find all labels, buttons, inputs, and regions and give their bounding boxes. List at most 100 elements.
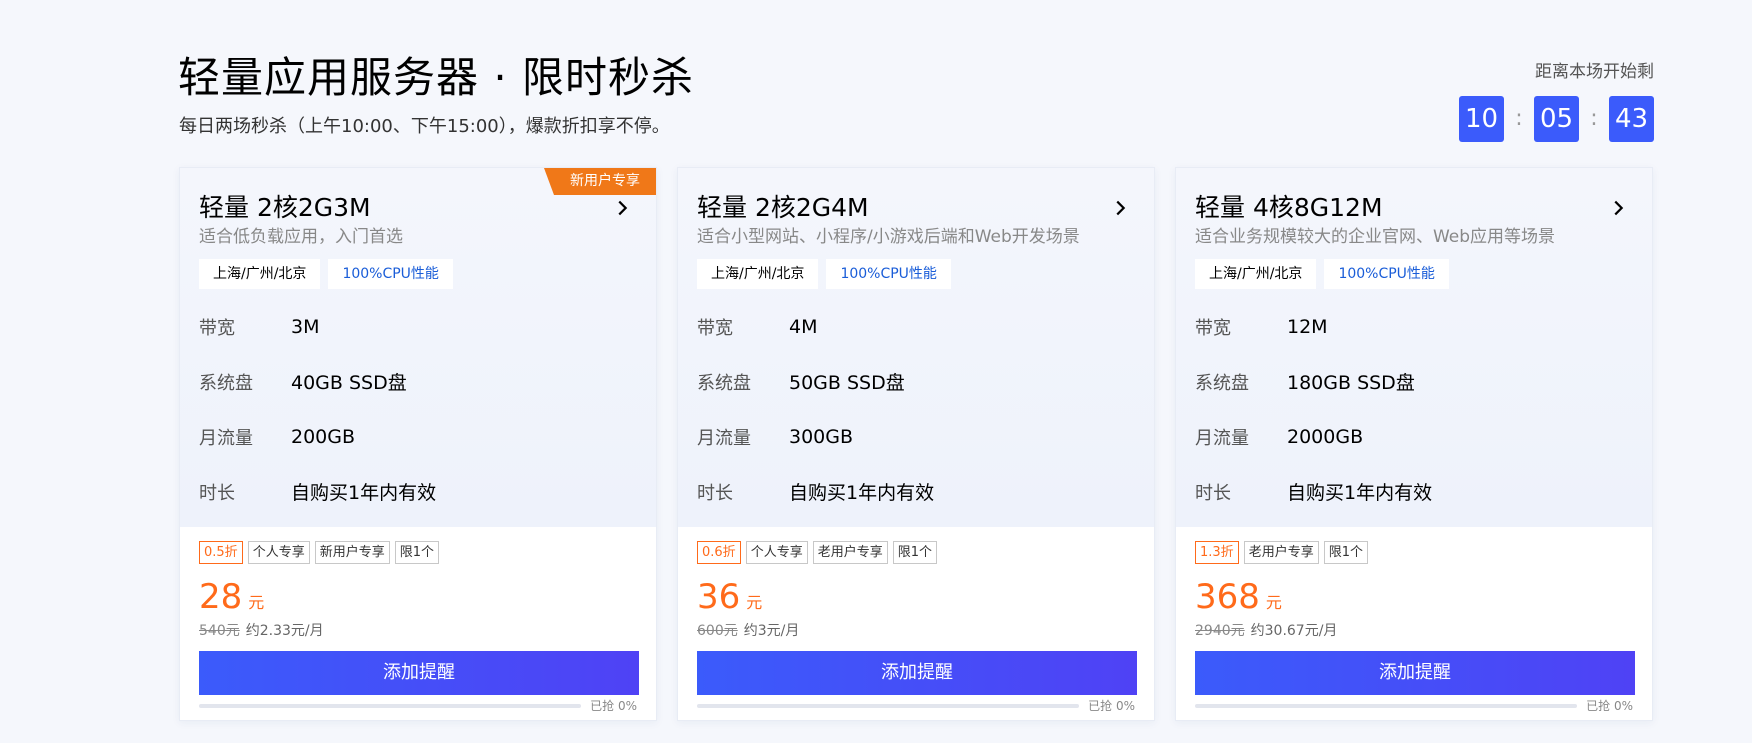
spec-row: 带宽 3M [199, 299, 637, 354]
badge-list: 0.6折 个人专享 老用户专享 限1个 [697, 541, 1135, 564]
card-header: 新用户专享 轻量 2核2G3M 适合低负载应用，入门首选 上海/广州/北京 10… [180, 168, 656, 527]
sub-price: 2940元 约30.67元/月 [1195, 620, 1633, 640]
spec-label: 带宽 [1195, 317, 1231, 339]
spec-value: 180GB SSD盘 [1287, 372, 1415, 394]
spec-row: 月流量 300GB [697, 409, 1135, 464]
badge: 限1个 [394, 541, 439, 564]
card-tags: 上海/广州/北京 100%CPU性能 [1195, 259, 1633, 289]
card-title[interactable]: 轻量 2核2G4M [697, 192, 869, 224]
spec-value: 4M [789, 315, 818, 338]
original-price: 2940元 [1195, 623, 1245, 639]
progress-track [697, 703, 1079, 708]
spec-list: 带宽 4M 系统盘 50GB SSD盘 月流量 300GB 时长 自购买1年内有效 [697, 299, 1135, 519]
spec-list: 带宽 3M 系统盘 40GB SSD盘 月流量 200GB 时长 自购买1年内有效 [199, 299, 637, 519]
price-row: 28 元 [199, 577, 637, 617]
spec-row: 月流量 200GB [199, 409, 637, 464]
spec-row: 带宽 12M [1195, 299, 1633, 354]
add-reminder-button[interactable]: 添加提醒 [1195, 651, 1635, 695]
badge: 老用户专享 [1243, 541, 1319, 564]
cpu-tag: 100%CPU性能 [328, 259, 453, 289]
card-header: 轻量 4核8G12M 适合业务规模较大的企业官网、Web应用等场景 上海/广州/… [1176, 168, 1652, 527]
badge: 限1个 [892, 541, 937, 564]
price: 36 [697, 577, 741, 617]
badge: 限1个 [1323, 541, 1368, 564]
card-title-row[interactable]: 轻量 2核2G4M [697, 168, 1135, 224]
spec-row: 时长 自购买1年内有效 [199, 464, 637, 519]
spec-list: 带宽 12M 系统盘 180GB SSD盘 月流量 2000GB 时长 自购买1年内有效 [1195, 299, 1633, 519]
badge: 个人专享 [745, 541, 808, 564]
original-price: 600元 [697, 623, 738, 639]
spec-label: 时长 [697, 482, 733, 504]
spec-row: 时长 自购买1年内有效 [697, 464, 1135, 519]
countdown-minutes: 05 [1534, 96, 1579, 142]
spec-row: 带宽 4M [697, 299, 1135, 354]
spec-label: 系统盘 [697, 372, 751, 394]
spec-value: 200GB [291, 425, 356, 448]
card-tags: 上海/广州/北京 100%CPU性能 [697, 259, 1135, 289]
chevron-right-icon[interactable] [611, 197, 633, 219]
spec-row: 系统盘 40GB SSD盘 [199, 354, 637, 409]
card-title[interactable]: 轻量 4核8G12M [1195, 192, 1383, 224]
discount-badge: 0.5折 [199, 541, 243, 564]
countdown-label: 距离本场开始剩 [1535, 62, 1654, 82]
price: 368 [1195, 577, 1260, 617]
card-purchase-area: 0.6折 个人专享 老用户专享 限1个 36 元 600元 约3元/月 添加提醒… [678, 527, 1154, 714]
sold-progress: 已抢 0% [1195, 697, 1633, 714]
spec-label: 月流量 [1195, 427, 1249, 449]
monthly-price: 约3元/月 [743, 623, 800, 639]
card-purchase-area: 1.3折 老用户专享 限1个 368 元 2940元 约30.67元/月 添加提… [1176, 527, 1652, 714]
spec-label: 带宽 [199, 317, 235, 339]
product-card: 轻量 4核8G12M 适合业务规模较大的企业官网、Web应用等场景 上海/广州/… [1175, 167, 1653, 721]
region-tag: 上海/广州/北京 [1195, 259, 1317, 289]
card-tags: 上海/广州/北京 100%CPU性能 [199, 259, 637, 289]
product-card: 轻量 2核2G4M 适合小型网站、小程序/小游戏后端和Web开发场景 上海/广州… [677, 167, 1155, 721]
countdown-seconds: 43 [1609, 96, 1654, 142]
cpu-tag: 100%CPU性能 [826, 259, 951, 289]
sold-percent: 已抢 0% [1586, 699, 1633, 713]
spec-value: 2000GB [1287, 425, 1364, 448]
new-user-ribbon: 新用户专享 [544, 168, 656, 195]
price-unit: 元 [746, 593, 763, 612]
countdown-timer: 10 : 05 : 43 [1459, 96, 1654, 142]
discount-badge: 1.3折 [1195, 541, 1239, 564]
spec-value: 12M [1287, 315, 1328, 338]
spec-value: 自购买1年内有效 [1287, 482, 1433, 504]
spec-row: 系统盘 180GB SSD盘 [1195, 354, 1633, 409]
spec-value: 40GB SSD盘 [291, 372, 407, 394]
monthly-price: 约2.33元/月 [245, 623, 324, 639]
spec-value: 自购买1年内有效 [291, 482, 437, 504]
add-reminder-button[interactable]: 添加提醒 [697, 651, 1137, 695]
spec-row: 系统盘 50GB SSD盘 [697, 354, 1135, 409]
chevron-right-icon[interactable] [1109, 197, 1131, 219]
original-price: 540元 [199, 623, 240, 639]
sub-price: 600元 约3元/月 [697, 620, 1135, 640]
card-title-row[interactable]: 轻量 4核8G12M [1195, 168, 1633, 224]
card-description: 适合业务规模较大的企业官网、Web应用等场景 [1195, 227, 1556, 247]
badge: 新用户专享 [314, 541, 390, 564]
spec-value: 50GB SSD盘 [789, 372, 905, 394]
region-tag: 上海/广州/北京 [697, 259, 819, 289]
sold-percent: 已抢 0% [1088, 699, 1135, 713]
card-description: 适合小型网站、小程序/小游戏后端和Web开发场景 [697, 227, 1080, 247]
spec-label: 时长 [1195, 482, 1231, 504]
chevron-right-icon[interactable] [1607, 197, 1629, 219]
sold-progress: 已抢 0% [199, 697, 637, 714]
price-unit: 元 [1265, 593, 1282, 612]
price-unit: 元 [248, 593, 265, 612]
spec-label: 系统盘 [199, 372, 253, 394]
price-row: 36 元 [697, 577, 1135, 617]
add-reminder-button[interactable]: 添加提醒 [199, 651, 639, 695]
spec-label: 时长 [199, 482, 235, 504]
product-card: 新用户专享 轻量 2核2G3M 适合低负载应用，入门首选 上海/广州/北京 10… [179, 167, 657, 721]
countdown-separator: : [1590, 106, 1598, 131]
countdown-hours: 10 [1459, 96, 1504, 142]
product-card-list: 新用户专享 轻量 2核2G3M 适合低负载应用，入门首选 上海/广州/北京 10… [179, 167, 1653, 721]
card-title[interactable]: 轻量 2核2G3M [199, 192, 371, 224]
cpu-tag: 100%CPU性能 [1324, 259, 1449, 289]
badge: 老用户专享 [812, 541, 888, 564]
sub-price: 540元 约2.33元/月 [199, 620, 637, 640]
spec-value: 自购买1年内有效 [789, 482, 935, 504]
spec-label: 月流量 [199, 427, 253, 449]
price: 28 [199, 577, 243, 617]
page-title: 轻量应用服务器 · 限时秒杀 [178, 53, 695, 102]
